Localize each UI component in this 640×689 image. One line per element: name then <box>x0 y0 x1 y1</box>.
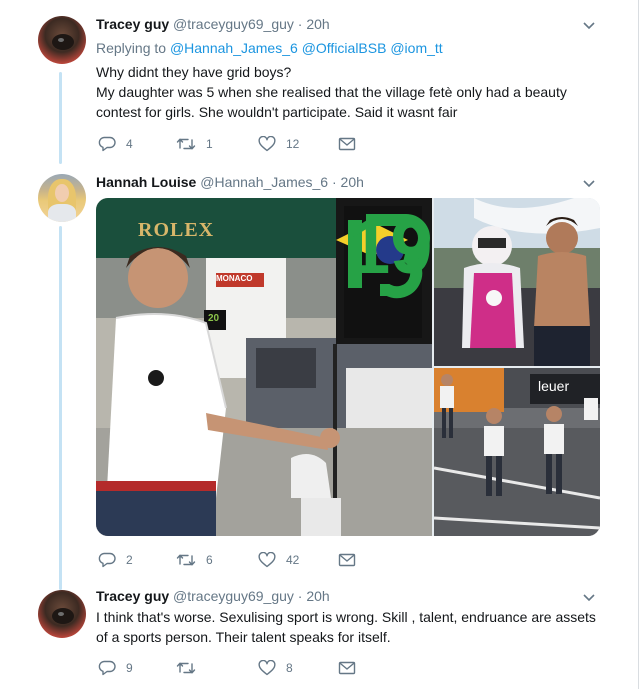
tweet-actions: 9 8 <box>96 658 386 678</box>
tweet-text: Why didnt they have grid boys? My daught… <box>96 62 606 122</box>
avatar[interactable] <box>38 16 86 64</box>
reply-count: 2 <box>126 553 133 567</box>
timeline-border <box>638 0 639 689</box>
mention-link[interactable]: @Hannah_James_6 <box>170 40 298 56</box>
avatar[interactable] <box>38 590 86 638</box>
reply-count: 9 <box>126 661 133 675</box>
grid-board-number: 19 <box>348 205 432 290</box>
timestamp[interactable]: · 20h <box>298 588 330 604</box>
retweet-button[interactable]: 1 <box>176 134 213 154</box>
like-count: 8 <box>286 661 293 675</box>
retweet-count: 6 <box>206 553 213 567</box>
tweet-actions: 4 1 12 <box>96 134 386 154</box>
mention-link[interactable]: @iom_tt <box>390 40 442 56</box>
message-button[interactable] <box>338 658 356 678</box>
reply-icon <box>98 660 116 676</box>
message-button[interactable] <box>338 550 356 570</box>
avatar[interactable] <box>38 174 86 222</box>
like-count: 42 <box>286 553 300 567</box>
envelope-icon <box>338 137 356 151</box>
tweet-text-line: of a sports person. Their talent speaks … <box>96 629 391 645</box>
reply-icon <box>98 552 116 568</box>
tweet-text-line: Why didnt they have grid boys? <box>96 64 292 80</box>
reply-count: 4 <box>126 137 133 151</box>
photo-riders-image <box>434 198 600 366</box>
like-button[interactable]: 8 <box>258 658 293 678</box>
heart-icon <box>258 552 276 568</box>
replying-to: Replying to @Hannah_James_6 @OfficialBSB… <box>96 40 443 56</box>
tweet-1[interactable]: Tracey guy @traceyguy69_guy · 20h Replyi… <box>0 0 620 166</box>
avatar-face <box>55 184 69 202</box>
envelope-icon <box>338 661 356 675</box>
heart-icon <box>258 660 276 676</box>
replying-prefix: Replying to <box>96 40 167 56</box>
avatar-dog-snout <box>52 608 74 624</box>
tweet-text-line: I think that's worse. Sexulising sport i… <box>96 609 596 625</box>
small-grid-board: 20 <box>208 313 220 324</box>
display-name[interactable]: Tracey guy <box>96 588 169 604</box>
tweet-text-line: My daughter was 5 when she realised that… <box>96 84 567 100</box>
tweet-header: Tracey guy @traceyguy69_guy · 20h <box>96 588 330 604</box>
reply-icon <box>98 136 116 152</box>
photo-grid-girl[interactable]: ROLEX 19 MONACO 20 <box>96 198 432 536</box>
avatar-dog-nose <box>58 38 64 42</box>
avatar-dog-snout <box>52 34 74 50</box>
like-button[interactable]: 12 <box>258 134 299 154</box>
display-name[interactable]: Hannah Louise <box>96 174 196 190</box>
photo-grid-boys[interactable]: leuer <box>434 368 600 536</box>
user-handle[interactable]: @traceyguy69_guy <box>173 16 294 32</box>
chevron-down-icon[interactable] <box>582 176 596 190</box>
mention-link[interactable]: @OfficialBSB <box>302 40 387 56</box>
avatar-dog-nose <box>58 612 64 616</box>
like-count: 12 <box>286 137 300 151</box>
envelope-icon <box>338 553 356 567</box>
monaco-banner: MONACO <box>216 274 253 283</box>
timestamp[interactable]: · 20h <box>332 174 364 190</box>
like-button[interactable]: 42 <box>258 550 299 570</box>
chevron-down-icon[interactable] <box>582 18 596 32</box>
shop-sign: leuer <box>538 378 570 394</box>
retweet-icon <box>176 138 196 150</box>
reply-button[interactable]: 9 <box>98 658 133 678</box>
tweet-media[interactable]: ROLEX 19 MONACO 20 leuer <box>96 198 600 536</box>
tweet-text: I think that's worse. Sexulising sport i… <box>96 607 606 647</box>
timestamp[interactable]: · 20h <box>298 16 330 32</box>
reply-button[interactable]: 4 <box>98 134 133 154</box>
tweet-actions: 2 6 42 <box>96 550 386 570</box>
tweet-header: Hannah Louise @Hannah_James_6 · 20h <box>96 174 364 190</box>
retweet-button[interactable] <box>176 658 206 678</box>
rolex-sign: ROLEX <box>138 219 215 241</box>
message-button[interactable] <box>338 134 356 154</box>
tweet-header: Tracey guy @traceyguy69_guy · 20h <box>96 16 330 32</box>
retweet-icon <box>176 554 196 566</box>
display-name[interactable]: Tracey guy <box>96 16 169 32</box>
chevron-down-icon[interactable] <box>582 590 596 604</box>
reply-button[interactable]: 2 <box>98 550 133 570</box>
avatar-body <box>48 204 76 222</box>
photo-grid-boys-image <box>434 368 600 536</box>
retweet-count: 1 <box>206 137 213 151</box>
retweet-icon <box>176 662 196 674</box>
retweet-button[interactable]: 6 <box>176 550 213 570</box>
tweet-text-line: contest for girls. She wouldn't particip… <box>96 104 458 120</box>
photo-riders[interactable] <box>434 198 600 366</box>
user-handle[interactable]: @traceyguy69_guy <box>173 588 294 604</box>
user-handle[interactable]: @Hannah_James_6 <box>200 174 328 190</box>
heart-icon <box>258 136 276 152</box>
